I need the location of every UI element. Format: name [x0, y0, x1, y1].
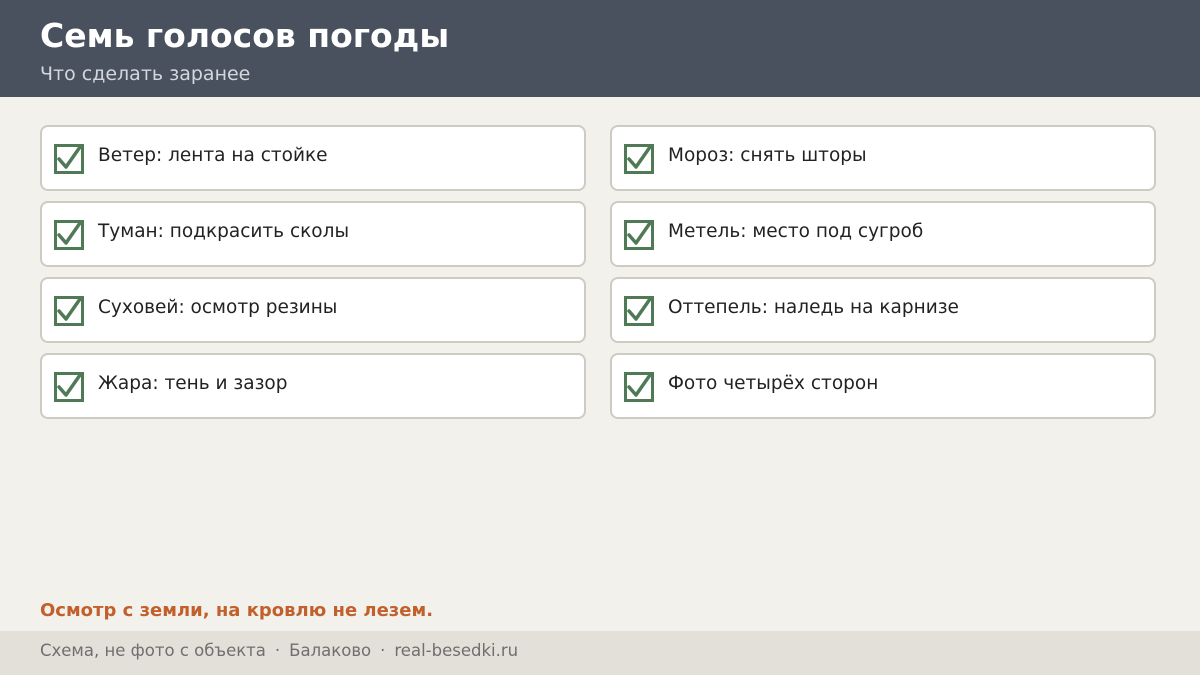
checklist-item[interactable]: Суховей: осмотр резины	[40, 277, 586, 343]
checklist-item[interactable]: Жара: тень и зазор	[40, 353, 586, 419]
footer-separator: ·	[380, 641, 386, 660]
checkbox-checked-icon[interactable]	[624, 372, 654, 402]
checklist-item-label: Фото четырёх сторон	[668, 373, 879, 394]
footer: Схема, не фото с объекта · Балаково · real-b…	[0, 631, 1200, 675]
checkbox-checked-icon[interactable]	[54, 144, 84, 174]
checklist-item[interactable]: Оттепель: наледь на карнизе	[610, 277, 1156, 343]
page-subtitle: Что сделать заранее	[40, 63, 251, 85]
checklist-item-label: Ветер: лента на стойке	[98, 145, 328, 166]
checkbox-checked-icon[interactable]	[54, 220, 84, 250]
checkbox-checked-icon[interactable]	[624, 296, 654, 326]
checkbox-checked-icon[interactable]	[54, 296, 84, 326]
checklist-item[interactable]: Фото четырёх сторон	[610, 353, 1156, 419]
safety-note: Осмотр с земли, на кровлю не лезем.	[40, 600, 434, 621]
checklist-item-label: Мороз: снять шторы	[668, 145, 867, 166]
footer-separator: ·	[274, 641, 281, 660]
checklist-item-label: Оттепель: наледь на карнизе	[668, 297, 959, 318]
checklist-item[interactable]: Мороз: снять шторы	[610, 125, 1156, 191]
checklist-item[interactable]: Метель: место под сугроб	[610, 201, 1156, 267]
page-title: Семь голосов погоды	[40, 16, 450, 55]
header: Семь голосов погоды Что сделать заранее	[0, 0, 1200, 97]
checklist-item-label: Метель: место под сугроб	[668, 221, 924, 242]
checkbox-checked-icon[interactable]	[624, 144, 654, 174]
checklist-item-label: Суховей: осмотр резины	[98, 297, 338, 318]
footer-text: Схема, не фото с объекта · Балаково · real-b…	[40, 640, 518, 662]
checklist-item-label: Жара: тень и зазор	[98, 373, 288, 394]
footer-site-link[interactable]: real-besedki.ru	[394, 641, 518, 660]
checkbox-checked-icon[interactable]	[624, 220, 654, 250]
checkbox-checked-icon[interactable]	[54, 372, 84, 402]
checklist: Ветер: лента на стойке Мороз: снять штор…	[40, 125, 1156, 419]
checklist-item[interactable]: Ветер: лента на стойке	[40, 125, 586, 191]
checklist-item[interactable]: Туман: подкрасить сколы	[40, 201, 586, 267]
footer-city: Балаково	[289, 641, 372, 660]
checklist-item-label: Туман: подкрасить сколы	[98, 221, 350, 242]
footer-disclaimer: Схема, не фото с объекта	[40, 641, 266, 660]
